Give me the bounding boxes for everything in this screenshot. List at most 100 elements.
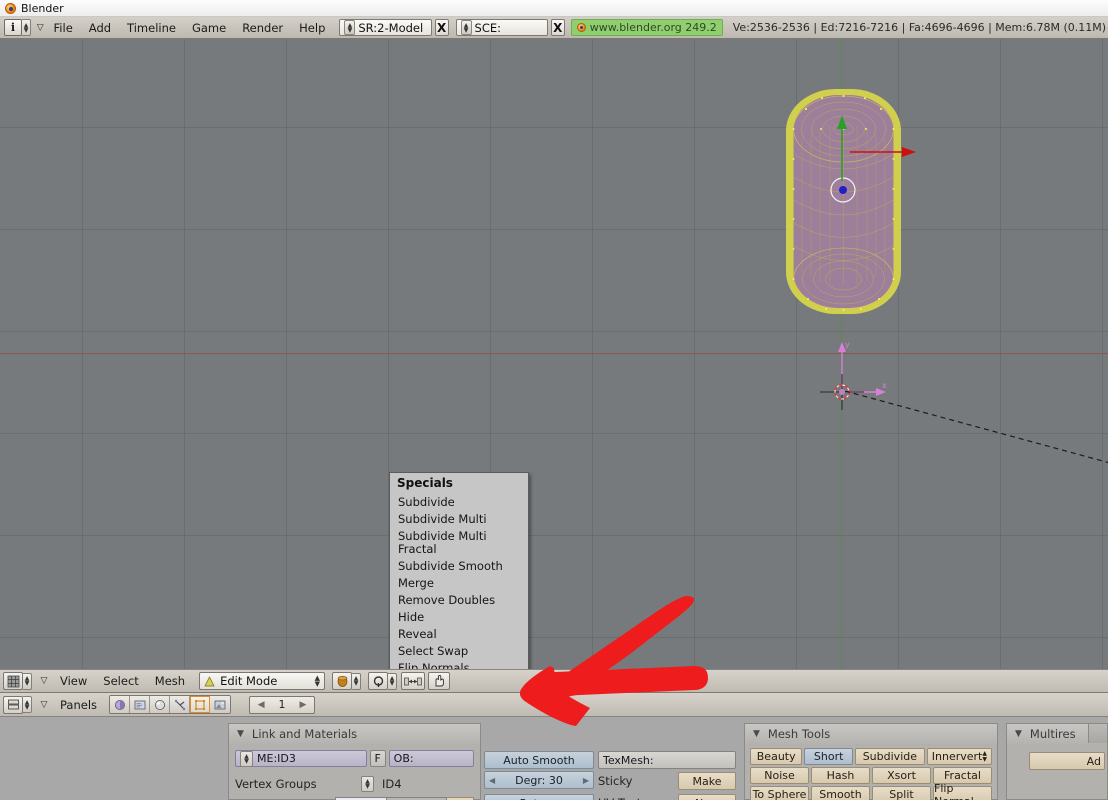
material-icon[interactable]	[150, 696, 171, 713]
scene-delete-button[interactable]: X	[550, 19, 565, 36]
innervert-dropdown[interactable]: Innervert ▲ ▼	[926, 748, 992, 765]
object-x-axis-arrow	[850, 147, 916, 157]
vertex-group-spinner-icon[interactable]: ▲ ▼	[361, 776, 374, 792]
beauty-button[interactable]: Beauty	[750, 748, 803, 765]
fake-user-button[interactable]: F	[369, 750, 386, 767]
buttons-window-type-spinner-icon[interactable]: ▲ ▼	[23, 696, 32, 713]
menu-item-subdivide[interactable]: Subdivide	[390, 494, 528, 511]
panels-menu[interactable]: Panels	[52, 696, 105, 713]
auto-smooth-degree-slider[interactable]: ◀ Degr: 30 ▶	[484, 771, 594, 789]
screen-selector-field[interactable]: ▲ ▼ SR:2-Model	[339, 19, 432, 36]
sticky-label: Sticky	[598, 774, 633, 788]
innervert-label: Innervert	[931, 750, 983, 763]
pivot-spinner-icon[interactable]: ▲ ▼	[388, 672, 398, 690]
scene-selector-field[interactable]: ▲ ▼ SCE:	[455, 19, 548, 36]
physics-icon[interactable]	[170, 696, 191, 713]
view3d-window-type-spinner-icon[interactable]: ▲ ▼	[23, 672, 32, 690]
subdivide-button[interactable]: Subdivide	[854, 748, 925, 765]
context-icon-row[interactable]	[109, 695, 232, 714]
menu-item-flip-normals[interactable]: Flip Normals	[390, 660, 528, 670]
auto-smooth-button[interactable]: Auto Smooth	[484, 751, 594, 769]
menu-item-select-swap[interactable]: Select Swap	[390, 643, 528, 660]
collapse-triangle-icon[interactable]: ▼	[237, 729, 244, 739]
mode-selector[interactable]: Edit Mode ▲ ▼	[199, 672, 326, 690]
left-arrow-icon[interactable]: ◀	[258, 700, 265, 710]
uv-texture-new-button[interactable]: New	[678, 794, 736, 800]
menu-item-hide[interactable]: Hide	[390, 609, 528, 626]
view3d-header-bar: ▲▼ ▽ View Select Mesh Edit Mode ▲▼ ▲▼	[0, 669, 1108, 693]
translate-manipulator-icon[interactable]	[401, 672, 426, 690]
xsort-button[interactable]: Xsort	[872, 767, 931, 784]
menu-item-subdivide-multi-fractal[interactable]: Subdivide Multi Fractal	[390, 528, 528, 558]
version-badge[interactable]: www.blender.org 249.2	[570, 19, 723, 36]
menu-file[interactable]: File	[46, 19, 81, 36]
panel-header-mesh-tools[interactable]: ▼ Mesh Tools	[745, 724, 997, 744]
degr-value: Degr: 30	[515, 773, 563, 787]
menu-item-subdivide-smooth[interactable]: Subdivide Smooth	[390, 558, 528, 575]
object-icon[interactable]	[130, 696, 151, 713]
scene-icon[interactable]	[210, 696, 231, 713]
menu-timeline[interactable]: Timeline	[119, 19, 184, 36]
scene-statistics: Ve:2536-2536 | Ed:7216-7216 | Fa:4696-46…	[732, 21, 1107, 34]
menu-item-merge[interactable]: Merge	[390, 575, 528, 592]
menu-render[interactable]: Render	[234, 19, 291, 36]
noise-button[interactable]: Noise	[750, 767, 809, 784]
mode-label: Edit Mode	[220, 674, 278, 688]
menu-game[interactable]: Game	[184, 19, 234, 36]
menu-item-reveal[interactable]: Reveal	[390, 626, 528, 643]
buttons-window-type-icon[interactable]	[3, 695, 23, 714]
panel-title-text-multires: Multires	[1029, 727, 1076, 741]
to-sphere-button[interactable]: To Sphere	[750, 786, 809, 800]
view3d-menu-view[interactable]: View	[52, 673, 95, 690]
buttons-header-bar: ▲ ▼ ▽ Panels ◀ 1 ▶	[0, 693, 1108, 717]
panel-tab-inactive[interactable]	[1088, 723, 1108, 743]
scene-spinner-icon[interactable]: ▲ ▼	[460, 20, 472, 35]
retopo-button[interactable]: Retopo	[484, 794, 594, 800]
mesh-datablock-value: ME:ID3	[257, 752, 296, 765]
view3d-menu-mesh[interactable]: Mesh	[147, 673, 193, 690]
info-window-type-icon[interactable]: i	[4, 19, 22, 36]
object-datablock-field[interactable]: OB:	[388, 750, 474, 767]
screen-spinner-icon[interactable]: ▲ ▼	[344, 20, 356, 35]
hash-button[interactable]: Hash	[811, 767, 870, 784]
shading-icon[interactable]	[110, 696, 131, 713]
buttons-chevron-down-icon[interactable]: ▽	[36, 696, 52, 713]
frame-number-field[interactable]: ◀ 1 ▶	[249, 695, 316, 714]
vertex-groups-label: Vertex Groups	[235, 777, 317, 791]
view3d-window-type-icon[interactable]	[3, 672, 23, 690]
mesh-datablock-spinner-icon[interactable]: ▲ ▼	[240, 750, 253, 767]
menu-item-remove-doubles[interactable]: Remove Doubles	[390, 592, 528, 609]
draw-type-spinner-icon[interactable]: ▲ ▼	[352, 672, 362, 690]
menu-add[interactable]: Add	[81, 19, 119, 36]
chevron-down-icon[interactable]: ▽	[35, 19, 46, 36]
panel-header-link-and-materials[interactable]: ▼ Link and Materials	[229, 724, 480, 744]
multires-collapse-triangle-icon[interactable]: ▼	[1015, 729, 1022, 739]
degr-left-arrow-icon[interactable]: ◀	[489, 776, 495, 785]
right-arrow-icon[interactable]: ▶	[300, 700, 307, 710]
split-button[interactable]: Split	[872, 786, 931, 800]
screen-name: SR:2-Model	[358, 20, 424, 35]
mesh-tools-collapse-triangle-icon[interactable]: ▼	[753, 729, 760, 739]
short-button[interactable]: Short	[804, 748, 853, 765]
specials-popup-menu[interactable]: Specials Subdivide Subdivide Multi Subdi…	[389, 472, 529, 669]
hand-cursor-icon[interactable]	[428, 672, 451, 690]
window-type-spinner-icon[interactable]: ▲ ▼	[22, 19, 31, 36]
view3d-menu-select[interactable]: Select	[95, 673, 146, 690]
smooth-button[interactable]: Smooth	[811, 786, 870, 800]
menu-item-subdivide-multi[interactable]: Subdivide Multi	[390, 511, 528, 528]
view3d-chevron-down-icon[interactable]: ▽	[36, 673, 52, 690]
texmesh-field[interactable]: TexMesh:	[598, 751, 736, 769]
sticky-make-button[interactable]: Make	[678, 772, 736, 790]
screen-delete-button[interactable]: X	[434, 19, 449, 36]
pivot-median-icon[interactable]	[368, 672, 389, 690]
draw-type-solid-icon[interactable]	[332, 672, 353, 690]
degr-right-arrow-icon[interactable]: ▶	[583, 776, 589, 785]
blender-application-window: Blender i ▲ ▼ ▽ File Add Timeline Game Re…	[0, 0, 1108, 800]
object-datablock-value: OB:	[393, 752, 414, 765]
3d-viewport[interactable]: y x y x	[0, 39, 1108, 669]
menu-help[interactable]: Help	[291, 19, 333, 36]
editing-icon[interactable]	[190, 696, 211, 713]
multires-add-button[interactable]: Ad	[1029, 752, 1105, 770]
mesh-datablock-field[interactable]: ▲ ▼ ME:ID3	[235, 750, 367, 767]
flip-normal-button[interactable]: Flip Normal	[933, 782, 992, 800]
